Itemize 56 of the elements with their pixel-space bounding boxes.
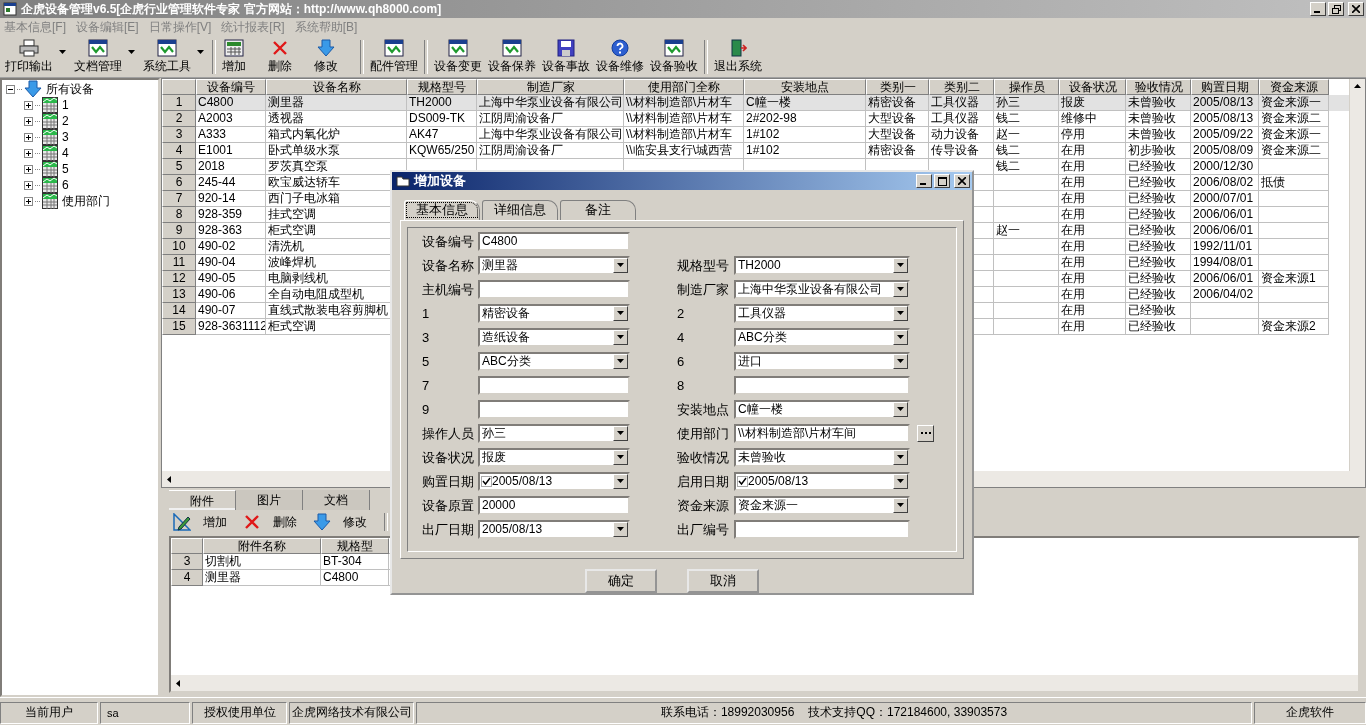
field-label: 9 (422, 400, 431, 419)
row-number: 15 (162, 319, 196, 335)
field-label: 设备编号 (422, 232, 475, 251)
status-text: 企虎软件 (1286, 704, 1334, 721)
row-number: 14 (162, 303, 196, 319)
field-label: 资金来源 (677, 496, 730, 515)
field-label: 设备名称 (422, 256, 475, 275)
field-label: 设备原置 (422, 496, 475, 515)
field-label: 操作人员 (422, 424, 475, 443)
row-number: 7 (162, 191, 196, 207)
row-number: 10 (162, 239, 196, 255)
table-cell: 切割机 (203, 554, 321, 570)
field-label: 规格型号 (677, 256, 730, 275)
field-label: 使用部门 (677, 424, 730, 443)
field-label: 6 (677, 352, 686, 371)
status-text: 当前用户 (25, 704, 73, 721)
row-number: 8 (162, 207, 196, 223)
field-label: 4 (677, 328, 686, 347)
field-label: 7 (422, 376, 431, 395)
row-number: 4 (171, 570, 203, 586)
table-cell: BT-304 (321, 554, 389, 570)
field-label: 验收情况 (677, 448, 730, 467)
field-label: 出厂日期 (422, 520, 475, 539)
row-number: 3 (162, 127, 196, 143)
field-label: 制造厂家 (677, 280, 730, 299)
field-label: 3 (422, 328, 431, 347)
row-number: 2 (162, 111, 196, 127)
status-text: 授权使用单位 (203, 704, 276, 721)
field-label: 8 (677, 376, 686, 395)
field-label: 主机编号 (422, 280, 475, 299)
dialog-title: 增加设备 (414, 172, 467, 190)
status-text: sa (107, 706, 119, 719)
row-number: 5 (162, 159, 196, 175)
row-number: 4 (162, 143, 196, 159)
field-label: 设备状况 (422, 448, 475, 467)
field-label: 安装地点 (677, 400, 730, 419)
field-label: 启用日期 (677, 472, 730, 491)
field-label: 出厂编号 (677, 520, 730, 539)
table-cell: 已经验收 (1126, 319, 1191, 335)
row-number: 3 (171, 554, 203, 570)
status-text: 技术支持QQ：172184600, 33903573 (808, 704, 1008, 721)
row-number: 6 (162, 175, 196, 191)
row-number: 9 (162, 223, 196, 239)
row-number: 13 (162, 287, 196, 303)
table-cell: 测里器 (203, 570, 321, 586)
status-text: 企虎网络技术有限公司 (291, 704, 412, 721)
table-cell: 资金来源2 (1259, 319, 1329, 335)
status-text: 联系电话：18992030956 (660, 704, 795, 721)
row-number: 11 (162, 255, 196, 271)
field-label: 5 (422, 352, 431, 371)
row-number: 12 (162, 271, 196, 287)
table-cell: 在用 (1059, 319, 1126, 335)
window-title: 企虎设备管理v6.5[企虎行业管理软件专家 官方网站：http://www.qh8000.com] (21, 0, 443, 18)
table-cell: C4800 (321, 570, 389, 586)
row-number: 1 (162, 95, 196, 111)
field-label: 购置日期 (422, 472, 475, 491)
